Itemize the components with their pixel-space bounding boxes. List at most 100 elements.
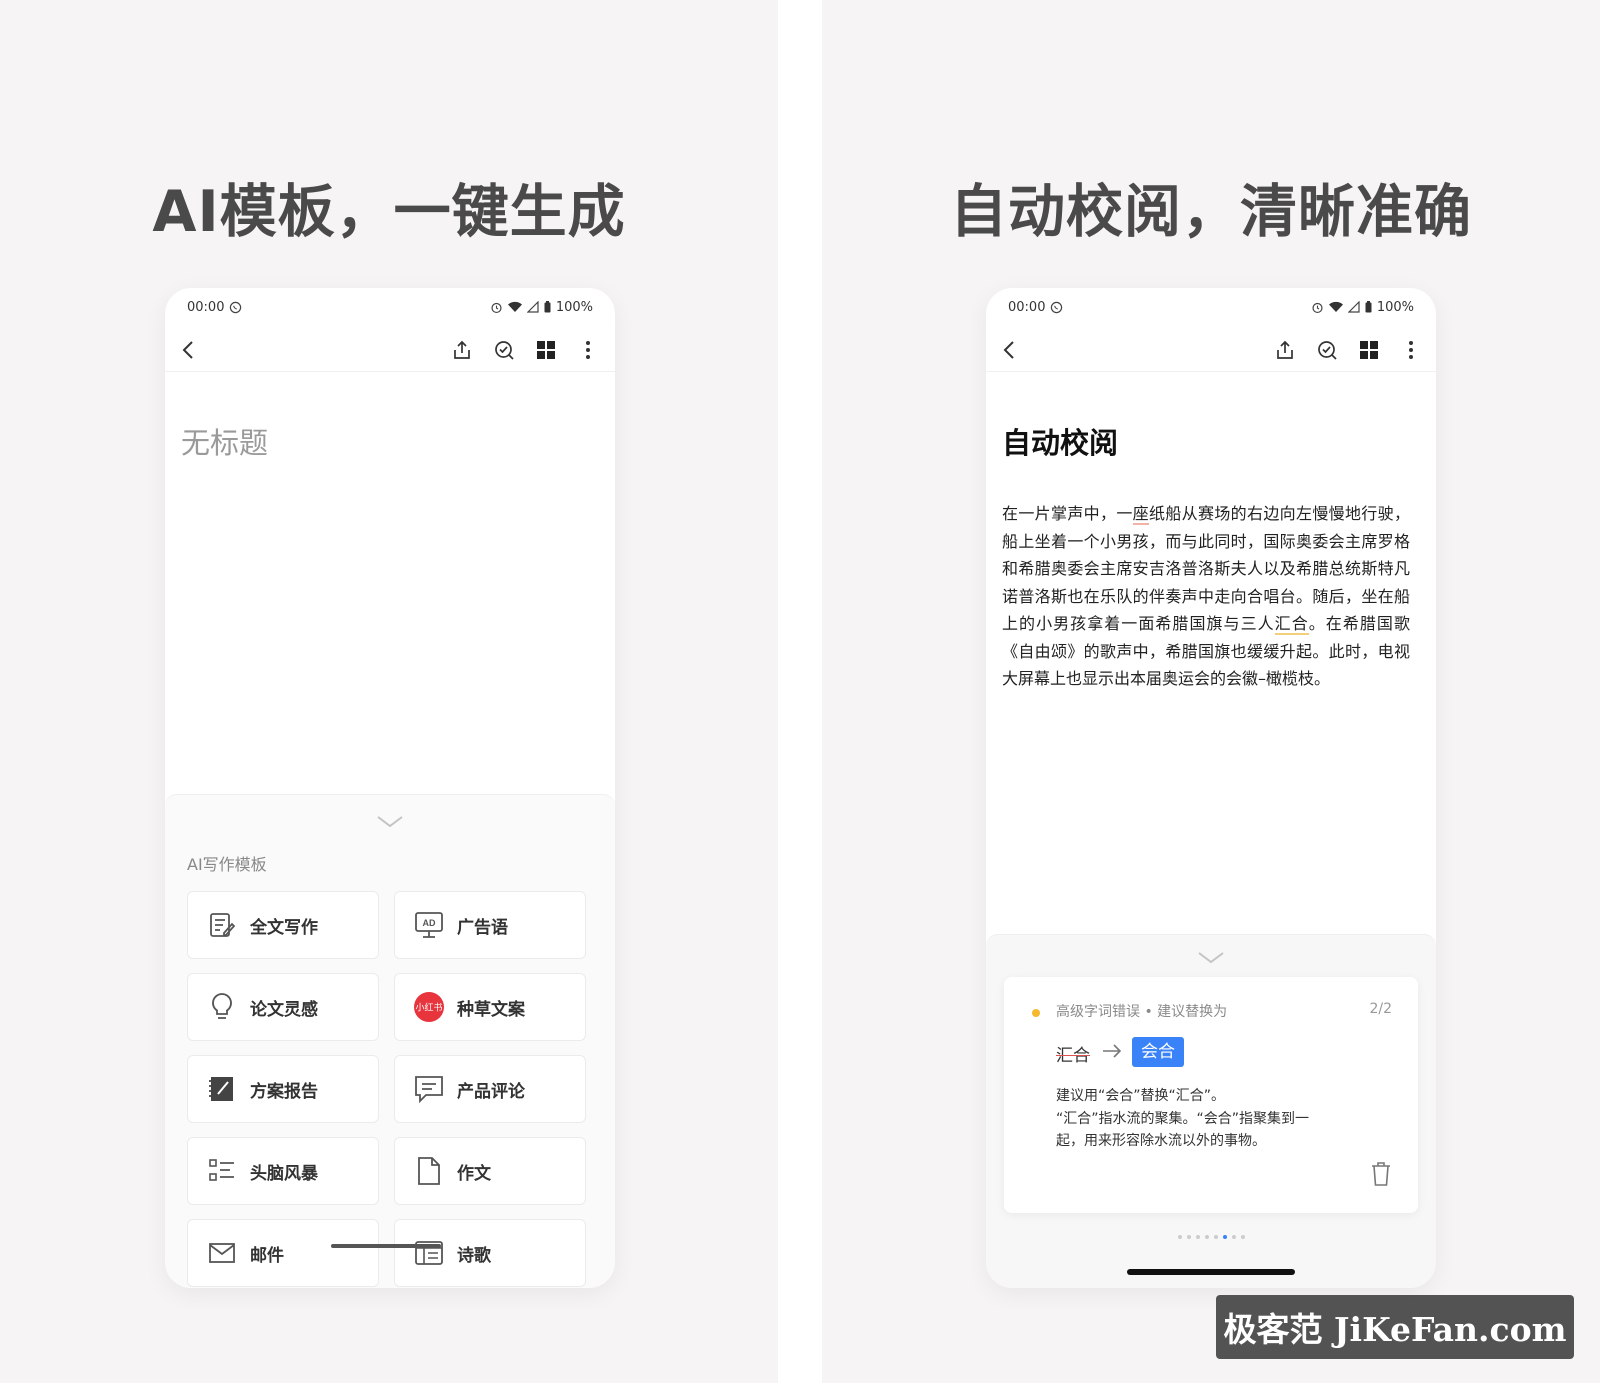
share-icon[interactable] xyxy=(451,339,473,361)
battery-icon xyxy=(1365,301,1372,313)
pager-dot xyxy=(1177,1235,1182,1239)
pager-dot xyxy=(1240,1235,1245,1239)
whatsapp-icon xyxy=(229,301,242,314)
template-label: 广告语 xyxy=(457,917,508,938)
suggestion-card[interactable]: 高级字词错误 • 建议替换为 2/2 汇合 会合 建议用“会合”替换“汇合”。 … xyxy=(1004,977,1418,1213)
grid-icon[interactable] xyxy=(1358,339,1380,361)
chevron-down-icon[interactable] xyxy=(377,813,403,832)
template-label: 种草文案 xyxy=(457,999,525,1020)
ai-template-sheet: AI写作模板 全文写作 AD 广告语 论文灵感 小红书 种草文案 方案报告 产品… xyxy=(165,794,615,1288)
template-full-writing[interactable]: 全文写作 xyxy=(187,891,379,959)
editor-toolbar xyxy=(986,328,1436,372)
template-essay[interactable]: 作文 xyxy=(394,1137,586,1205)
xiaohongshu-icon: 小红书 xyxy=(413,991,445,1023)
wifi-icon xyxy=(1328,301,1343,313)
battery-percent: 100% xyxy=(1376,299,1414,315)
proofread-icon[interactable] xyxy=(493,339,515,361)
warning-dot xyxy=(1032,1009,1040,1017)
wifi-icon xyxy=(507,301,522,313)
home-indicator[interactable] xyxy=(1127,1269,1295,1275)
back-icon[interactable] xyxy=(177,339,199,361)
proofread-sheet: 高级字词错误 • 建议替换为 2/2 汇合 会合 建议用“会合”替换“汇合”。 … xyxy=(986,934,1436,1288)
suggestion-description: 建议用“会合”替换“汇合”。 “汇合”指水流的聚集。“会合”指聚集到一起，用来形… xyxy=(1056,1085,1334,1153)
template-recommend-copy[interactable]: 小红书 种草文案 xyxy=(394,973,586,1041)
pager-dot xyxy=(1204,1235,1209,1239)
template-slogan[interactable]: AD 广告语 xyxy=(394,891,586,959)
trash-icon[interactable] xyxy=(1370,1161,1392,1191)
right-panel: 自动校阅，清晰准确 00:00 100% 自动校阅 在一片掌声中，一座纸船从赛场… xyxy=(822,0,1600,1383)
suggestion-type: 高级字词错误 • 建议替换为 xyxy=(1056,1004,1228,1020)
report-icon xyxy=(206,1073,238,1105)
ad-board-icon: AD xyxy=(413,909,445,941)
status-bar: 00:00 100% xyxy=(187,296,593,318)
body-text: 在一片掌声中，一 xyxy=(1002,504,1133,523)
back-icon[interactable] xyxy=(998,339,1020,361)
signal-icon xyxy=(1347,301,1360,313)
template-product-review[interactable]: 产品评论 xyxy=(394,1055,586,1123)
replacement-button[interactable]: 会合 xyxy=(1132,1037,1184,1067)
more-icon[interactable] xyxy=(577,339,599,361)
template-label: 邮件 xyxy=(250,1245,284,1266)
error-mark[interactable]: 汇合 xyxy=(1274,614,1309,635)
status-bar: 00:00 100% xyxy=(1008,296,1414,318)
error-mark[interactable]: 座 xyxy=(1132,504,1149,525)
suggestion-counter: 2/2 xyxy=(1369,1001,1392,1017)
alarm-icon xyxy=(1311,301,1324,314)
edit-doc-icon xyxy=(206,909,238,941)
file-icon xyxy=(413,1155,445,1187)
template-label: 论文灵感 xyxy=(250,999,318,1020)
chevron-down-icon[interactable] xyxy=(1198,949,1224,968)
more-icon[interactable] xyxy=(1400,339,1422,361)
arrow-right-icon xyxy=(1102,1043,1122,1062)
template-poem[interactable]: 诗歌 xyxy=(394,1219,586,1287)
template-label: 全文写作 xyxy=(250,917,318,938)
description-line: 建议用“会合”替换“汇合”。 xyxy=(1056,1088,1226,1104)
document-body[interactable]: 在一片掌声中，一座纸船从赛场的右边向左慢慢地行驶，船上坐着一个小男孩，而与此同时… xyxy=(1002,500,1410,693)
list-icon xyxy=(206,1155,238,1187)
sheet-label: AI写作模板 xyxy=(187,855,267,874)
pager-dot xyxy=(1195,1235,1200,1239)
template-label: 产品评论 xyxy=(457,1081,525,1102)
description-line: “汇合”指水流的聚集。“会合”指聚集到一起，用来形容除水流以外的事物。 xyxy=(1056,1110,1310,1150)
template-plan-report[interactable]: 方案报告 xyxy=(187,1055,379,1123)
battery-icon xyxy=(544,301,551,313)
battery-percent: 100% xyxy=(555,299,593,315)
pager-dot xyxy=(1186,1235,1191,1239)
comment-icon xyxy=(413,1073,445,1105)
pager-dot-active xyxy=(1222,1235,1227,1239)
status-time: 00:00 xyxy=(1008,299,1046,315)
left-panel: AI模板，一键生成 00:00 100% 无标题 AI写作模板 全文写作 AD … xyxy=(0,0,778,1383)
title-input[interactable]: 无标题 xyxy=(181,420,268,462)
template-label: 头脑风暴 xyxy=(250,1163,318,1184)
watermark: 极客范 JiKeFan.com xyxy=(1216,1295,1574,1359)
template-email[interactable]: 邮件 xyxy=(187,1219,379,1287)
status-time: 00:00 xyxy=(187,299,225,315)
left-headline: AI模板，一键生成 xyxy=(152,179,626,245)
pager-dot xyxy=(1213,1235,1218,1239)
poem-icon xyxy=(413,1237,445,1269)
svg-text:AD: AD xyxy=(423,918,436,928)
grid-icon[interactable] xyxy=(535,339,557,361)
share-icon[interactable] xyxy=(1274,339,1296,361)
template-label: 方案报告 xyxy=(250,1081,318,1102)
pager-dot xyxy=(1231,1235,1236,1239)
whatsapp-icon xyxy=(1050,301,1063,314)
template-brainstorm[interactable]: 头脑风暴 xyxy=(187,1137,379,1205)
document-title[interactable]: 自动校阅 xyxy=(1002,420,1118,462)
editor-toolbar xyxy=(165,328,615,372)
home-indicator[interactable] xyxy=(331,1244,441,1248)
template-label: 作文 xyxy=(457,1163,491,1184)
phone-screen-left: 00:00 100% 无标题 AI写作模板 全文写作 AD 广告语 论文灵感 小… xyxy=(165,288,615,1288)
alarm-icon xyxy=(490,301,503,314)
right-headline: 自动校阅，清晰准确 xyxy=(950,179,1472,245)
mail-icon xyxy=(206,1237,238,1269)
template-paper-ideas[interactable]: 论文灵感 xyxy=(187,973,379,1041)
phone-screen-right: 00:00 100% 自动校阅 在一片掌声中，一座纸船从赛场的右边向左慢慢地行驶… xyxy=(986,288,1436,1288)
pager-dots xyxy=(986,1235,1436,1239)
svg-text:小红书: 小红书 xyxy=(415,1002,442,1014)
lightbulb-icon xyxy=(206,991,238,1023)
signal-icon xyxy=(526,301,539,313)
original-word: 汇合 xyxy=(1056,1046,1090,1066)
proofread-icon[interactable] xyxy=(1316,339,1338,361)
template-label: 诗歌 xyxy=(457,1245,491,1266)
